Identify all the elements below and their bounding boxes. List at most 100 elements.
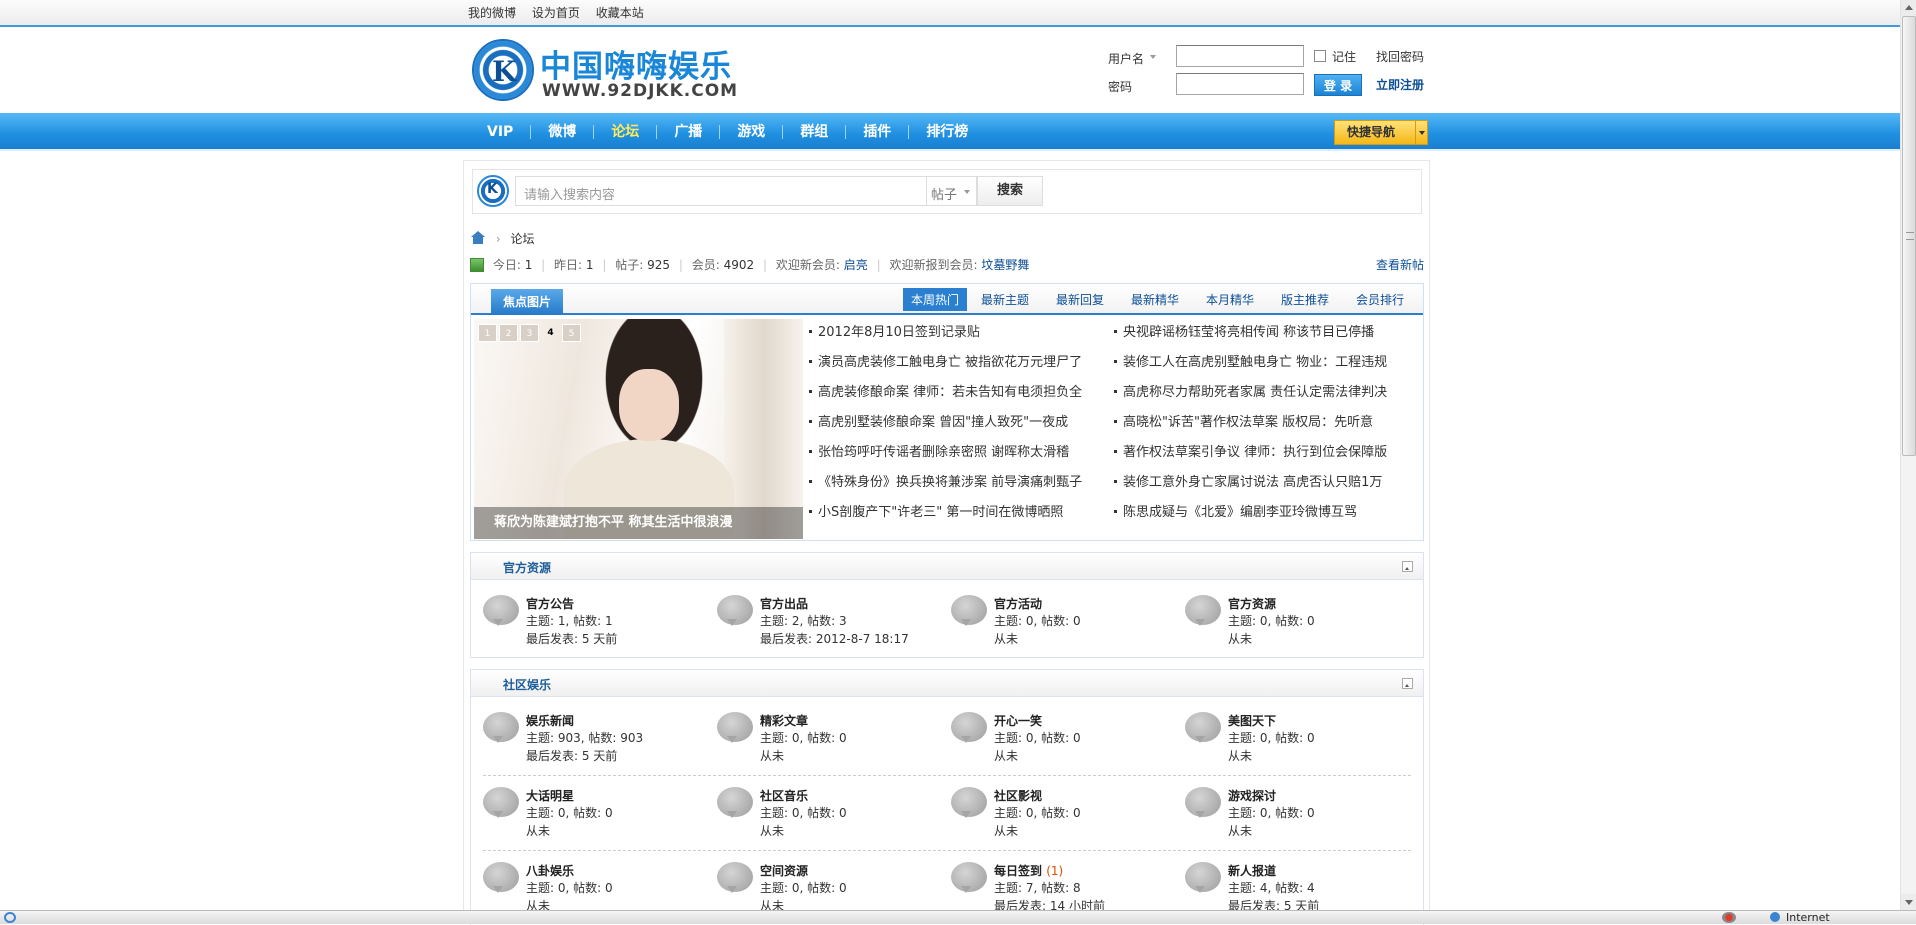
nav-item-vip[interactable]: VIP xyxy=(470,113,530,151)
tab-latest-topics[interactable]: 最新主题 xyxy=(981,291,1029,308)
password-field[interactable] xyxy=(1176,73,1304,95)
forum-item[interactable]: 官方资源 主题: 0, 帖数: 0 从未 xyxy=(1185,593,1415,653)
scrollbar-thumb[interactable] xyxy=(1902,16,1916,456)
remember-checkbox[interactable] xyxy=(1314,50,1326,62)
my-weibo-link[interactable]: 我的微博 xyxy=(468,6,516,20)
breadcrumb-current[interactable]: 论坛 xyxy=(510,232,534,246)
hot-topic-link[interactable]: 高虎称尽力帮助死者家属 责任认定需法律判决 xyxy=(1114,381,1414,400)
forum-name[interactable]: 空间资源 xyxy=(760,862,808,879)
hot-topic-link[interactable]: 高虎别墅装修酿命案 曾因"撞人致死"一夜成 xyxy=(809,411,1109,430)
search-button[interactable]: 搜索 xyxy=(977,176,1043,206)
category-header: 社区娱乐 xyxy=(471,670,1423,697)
search-type-select[interactable]: 帖子 xyxy=(927,176,977,206)
forum-name[interactable]: 社区影视 xyxy=(994,787,1042,804)
register-link[interactable]: 立即注册 xyxy=(1376,76,1424,93)
focus-section: 焦点图片 本周热门 最新主题 最新回复 最新精华 本月精华 版主推荐 会员排行 … xyxy=(470,283,1424,541)
home-icon[interactable] xyxy=(470,231,486,245)
forum-name[interactable]: 大话明星 xyxy=(526,787,574,804)
bookmark-link[interactable]: 收藏本站 xyxy=(596,6,644,20)
forum-item[interactable]: 娱乐新闻 主题: 903, 帖数: 903 最后发表: 5 天前 xyxy=(483,710,713,770)
forum-name[interactable]: 官方出品 xyxy=(760,595,808,612)
forgot-password-link[interactable]: 找回密码 xyxy=(1376,48,1424,65)
forum-name[interactable]: 社区音乐 xyxy=(760,787,808,804)
forum-name[interactable]: 游戏探讨 xyxy=(1228,787,1276,804)
forum-name[interactable]: 八卦娱乐 xyxy=(526,862,574,879)
hot-topic-link[interactable]: 《特殊身份》换兵换将兼涉案 前导演痛刺甄子 xyxy=(809,471,1109,490)
search-input[interactable]: 请输入搜索内容 xyxy=(515,176,927,206)
vertical-scrollbar[interactable] xyxy=(1900,0,1916,910)
forum-item[interactable]: 大话明星 主题: 0, 帖数: 0 从未 xyxy=(483,785,713,845)
forum-name[interactable]: 官方公告 xyxy=(526,595,574,612)
tab-weekly-hot[interactable]: 本周热门 xyxy=(903,288,968,311)
hot-topic-link[interactable]: 著作权法草案引争议 律师：执行到位会保障版 xyxy=(1114,441,1414,460)
tab-latest-replies[interactable]: 最新回复 xyxy=(1056,291,1104,308)
forum-item[interactable]: 社区影视 主题: 0, 帖数: 0 从未 xyxy=(951,785,1181,845)
forum-bubble-icon xyxy=(951,787,987,818)
hot-topic-link[interactable]: 高晓松"诉苦"著作权法草案 版权局：先听意 xyxy=(1114,411,1414,430)
collapse-icon[interactable] xyxy=(1402,678,1413,689)
hot-topic-link[interactable]: 央视辟谣杨钰莹将亮相传闻 称该节目已停播 xyxy=(1114,321,1414,340)
focus-slideshow[interactable]: 1 2 3 4 5 蒋欣为陈建斌打抱不平 称其生活中很浪漫 xyxy=(474,319,803,539)
forum-item[interactable]: 精彩文章 主题: 0, 帖数: 0 从未 xyxy=(717,710,947,770)
nav-item-broadcast[interactable]: 广播 xyxy=(657,113,719,151)
tab-latest-digest[interactable]: 最新精华 xyxy=(1131,291,1179,308)
newest-user-link[interactable]: 坟墓野舞 xyxy=(981,258,1029,272)
nav-item-plugins[interactable]: 插件 xyxy=(846,113,908,151)
forum-item[interactable]: 官方活动 主题: 0, 帖数: 0 从未 xyxy=(951,593,1181,653)
username-dropdown-icon[interactable] xyxy=(1150,55,1156,62)
view-new-posts-link[interactable]: 查看新帖 xyxy=(1376,256,1424,273)
hot-topic-link[interactable]: 陈思成疑与《北爱》编剧李亚玲微博互骂 xyxy=(1114,501,1414,520)
forum-item[interactable]: 官方公告 主题: 1, 帖数: 1 最后发表: 5 天前 xyxy=(483,593,713,653)
hot-topic-link[interactable]: 高虎装修酿命案 律师：若未告知有电须担负全 xyxy=(809,381,1109,400)
category-title[interactable]: 官方资源 xyxy=(503,559,551,576)
login-button[interactable]: 登 录 xyxy=(1314,74,1362,96)
forum-name[interactable]: 每日签到 (1) xyxy=(994,862,1063,879)
forum-item[interactable]: 游戏探讨 主题: 0, 帖数: 0 从未 xyxy=(1185,785,1415,845)
tab-monthly-digest[interactable]: 本月精华 xyxy=(1206,291,1254,308)
username-label[interactable]: 用户名 xyxy=(1108,50,1144,67)
forum-name[interactable]: 精彩文章 xyxy=(760,712,808,729)
welcome-user-link[interactable]: 启亮 xyxy=(844,258,868,272)
forum-name[interactable]: 娱乐新闻 xyxy=(526,712,574,729)
forum-bubble-icon xyxy=(951,595,987,626)
slide-number[interactable]: 2 xyxy=(499,324,518,342)
forum-name[interactable]: 美图天下 xyxy=(1228,712,1276,729)
slide-number-current[interactable]: 4 xyxy=(541,324,560,342)
site-logo[interactable]: K 中国嗨嗨娱乐 WWW.92DJKK.COM xyxy=(472,37,737,107)
forum-name[interactable]: 官方活动 xyxy=(994,595,1042,612)
slide-caption[interactable]: 蒋欣为陈建斌打抱不平 称其生活中很浪漫 xyxy=(474,507,803,539)
forum-item[interactable]: 社区音乐 主题: 0, 帖数: 0 从未 xyxy=(717,785,947,845)
category-official: 官方资源 官方公告 主题: 1, 帖数: 1 最后发表: 5 天前 官方出品 主… xyxy=(470,552,1424,658)
forum-name[interactable]: 新人报道 xyxy=(1228,862,1276,879)
nav-item-games[interactable]: 游戏 xyxy=(720,113,782,151)
hot-topic-link[interactable]: 张怡筠呼吁传谣者删除亲密照 谢晖称太滑稽 xyxy=(809,441,1109,460)
slide-number[interactable]: 1 xyxy=(478,324,497,342)
hot-topic-link[interactable]: 装修工意外身亡家属讨说法 高虎否认只赔1万 xyxy=(1114,471,1414,490)
scroll-up-icon[interactable] xyxy=(1901,0,1916,16)
tab-member-ranking[interactable]: 会员排行 xyxy=(1356,291,1404,308)
nav-item-groups[interactable]: 群组 xyxy=(783,113,845,151)
hot-topic-link[interactable]: 小S剖腹产下"许老三" 第一时间在微博晒照 xyxy=(809,501,1109,520)
nav-item-forum[interactable]: 论坛 xyxy=(594,113,656,151)
tab-moderator-picks[interactable]: 版主推荐 xyxy=(1281,291,1329,308)
hot-topic-link[interactable]: 装修工人在高虎别墅触电身亡 物业：工程违规 xyxy=(1114,351,1414,370)
nav-item-weibo[interactable]: 微博 xyxy=(531,113,593,151)
nav-item-ranking[interactable]: 排行榜 xyxy=(909,113,985,151)
scroll-down-icon[interactable] xyxy=(1901,894,1916,910)
forum-name[interactable]: 开心一笑 xyxy=(994,712,1042,729)
remember-label[interactable]: 记住 xyxy=(1332,48,1356,65)
slide-number[interactable]: 3 xyxy=(520,324,539,342)
quick-nav-button[interactable]: 快捷导航 xyxy=(1334,120,1428,145)
slide-number[interactable]: 5 xyxy=(562,324,581,342)
forum-item[interactable]: 开心一笑 主题: 0, 帖数: 0 从未 xyxy=(951,710,1181,770)
set-homepage-link[interactable]: 设为首页 xyxy=(532,6,580,20)
category-title[interactable]: 社区娱乐 xyxy=(503,676,551,693)
security-icon[interactable] xyxy=(1722,912,1736,923)
hot-topic-link[interactable]: 演员高虎装修工触电身亡 被指欲花万元埋尸了 xyxy=(809,351,1109,370)
forum-item[interactable]: 美图天下 主题: 0, 帖数: 0 从未 xyxy=(1185,710,1415,770)
forum-name[interactable]: 官方资源 xyxy=(1228,595,1276,612)
username-field[interactable] xyxy=(1176,45,1304,67)
hot-topic-link[interactable]: 2012年8月10日签到记录贴 xyxy=(809,321,1109,340)
forum-item[interactable]: 官方出品 主题: 2, 帖数: 3 最后发表: 2012-8-7 18:17 xyxy=(717,593,947,653)
collapse-icon[interactable] xyxy=(1402,561,1413,572)
